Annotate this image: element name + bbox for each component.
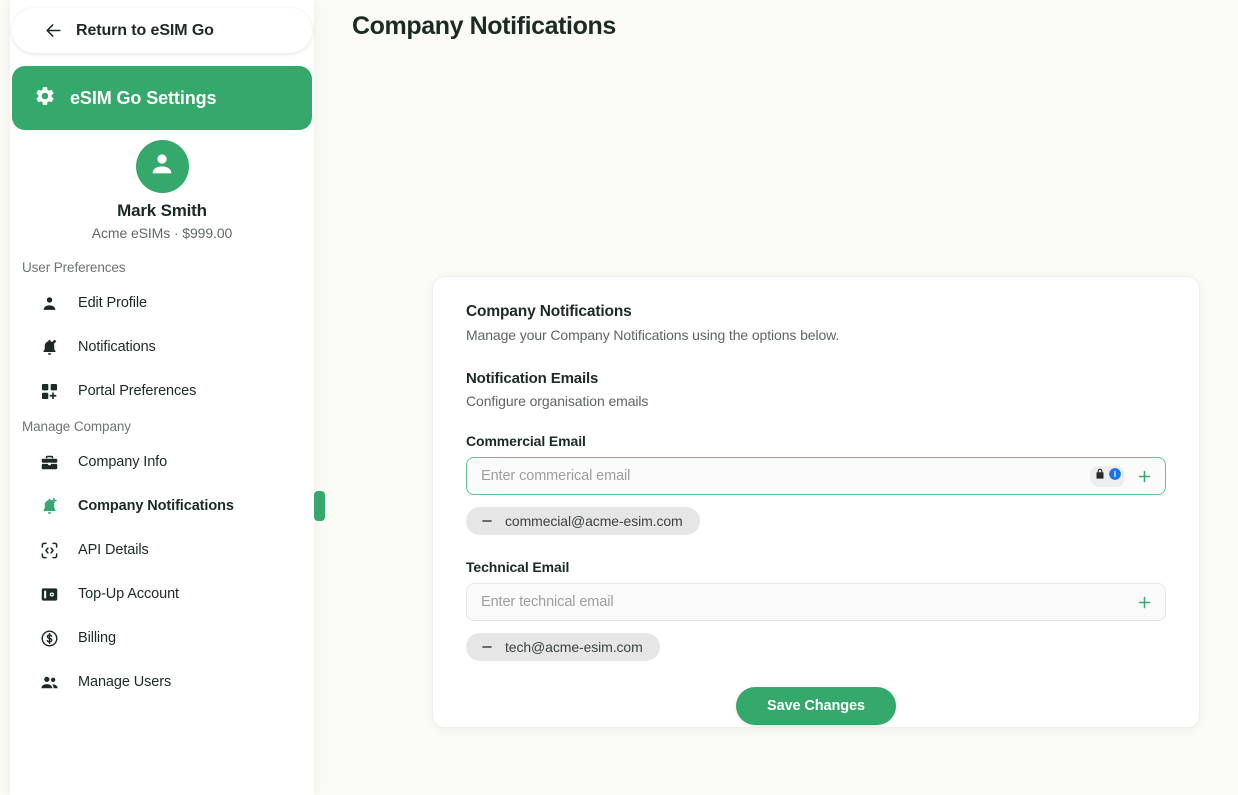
dashboard-add-icon [39, 381, 59, 401]
commercial-email-chip[interactable]: commecial@acme-esim.com [466, 507, 700, 535]
gear-icon [34, 85, 56, 112]
sidebar-item-label: Portal Preferences [78, 383, 196, 399]
sidebar-item-label: Billing [78, 630, 116, 646]
esim-go-settings-header[interactable]: eSIM Go Settings [12, 66, 312, 130]
profile-block: Mark Smith Acme eSIMs · $999.00 [10, 140, 314, 241]
profile-name: Mark Smith [10, 201, 314, 221]
technical-email-input-row[interactable] [466, 583, 1166, 621]
settings-sidebar: Return to eSIM Go eSIM Go Settings Mark … [10, 0, 314, 795]
esim-go-settings-label: eSIM Go Settings [70, 88, 216, 109]
sidebar-item-label: Notifications [78, 339, 156, 355]
minus-icon[interactable] [480, 514, 494, 528]
person-avatar-icon [147, 149, 177, 184]
page-title: Company Notifications [352, 12, 616, 41]
bell-edit-icon [39, 337, 59, 357]
technical-email-chip[interactable]: tech@acme-esim.com [466, 633, 660, 661]
code-brackets-icon [39, 540, 59, 560]
save-changes-button[interactable]: Save Changes [736, 687, 896, 725]
profile-subtitle: Acme eSIMs · $999.00 [10, 225, 314, 241]
lock-icon [1093, 467, 1107, 486]
briefcase-icon [39, 452, 59, 472]
sidebar-item-label: API Details [78, 542, 149, 558]
nav-section-title: User Preferences [10, 254, 314, 281]
sidebar-item-label: Manage Users [78, 674, 171, 690]
sidebar-item-top-up-account[interactable]: Top-Up Account [10, 572, 314, 616]
sidebar-item-label: Top-Up Account [78, 586, 179, 602]
arrow-left-icon [44, 21, 63, 40]
sidebar-item-company-info[interactable]: Company Info [10, 440, 314, 484]
browser-autofill-badge[interactable] [1090, 466, 1125, 487]
add-technical-email-button[interactable] [1133, 591, 1155, 613]
commercial-email-chip-label: commecial@acme-esim.com [505, 513, 683, 529]
dollar-circle-icon [39, 628, 59, 648]
minus-icon[interactable] [480, 640, 494, 654]
notification-emails-title: Notification Emails [466, 370, 1166, 387]
save-button-wrap: Save Changes [466, 687, 1166, 725]
notification-emails-subtitle: Configure organisation emails [466, 393, 1166, 409]
return-button-label: Return to eSIM Go [76, 22, 214, 40]
users-icon [39, 672, 59, 692]
add-commercial-email-button[interactable] [1133, 465, 1155, 487]
sidebar-item-api-details[interactable]: API Details [10, 528, 314, 572]
avatar [136, 140, 189, 193]
commercial-email-input-row[interactable] [466, 457, 1166, 495]
technical-email-label: Technical Email [466, 559, 1166, 575]
bell-add-icon [39, 496, 59, 516]
nav-section-title: Manage Company [10, 413, 314, 440]
return-to-esim-go-button[interactable]: Return to eSIM Go [12, 8, 312, 53]
commercial-email-label: Commercial Email [466, 433, 1166, 449]
sidebar-item-portal-preferences[interactable]: Portal Preferences [10, 369, 314, 413]
card-subtitle: Manage your Company Notifications using … [466, 327, 1166, 343]
company-notifications-card: Company Notifications Manage your Compan… [432, 276, 1200, 728]
sidebar-item-edit-profile[interactable]: Edit Profile [10, 281, 314, 325]
active-indicator-bar [314, 491, 325, 521]
card-title: Company Notifications [466, 303, 1166, 321]
technical-email-input[interactable] [481, 594, 1133, 610]
sidebar-item-billing[interactable]: Billing [10, 616, 314, 660]
sidebar-item-notifications[interactable]: Notifications [10, 325, 314, 369]
sidebar-item-label: Edit Profile [78, 295, 147, 311]
person-icon [39, 293, 59, 313]
sidebar-item-label: Company Notifications [78, 498, 234, 514]
commercial-email-input[interactable] [481, 468, 1090, 484]
info-circle-icon [1108, 467, 1122, 486]
sidebar-item-manage-users[interactable]: Manage Users [10, 660, 314, 704]
sidebar-item-label: Company Info [78, 454, 167, 470]
wallet-icon [39, 584, 59, 604]
sidebar-nav: User Preferences Edit Profile Notification… [10, 254, 314, 704]
technical-email-chip-label: tech@acme-esim.com [505, 639, 643, 655]
sidebar-item-company-notifications[interactable]: Company Notifications [10, 484, 314, 528]
